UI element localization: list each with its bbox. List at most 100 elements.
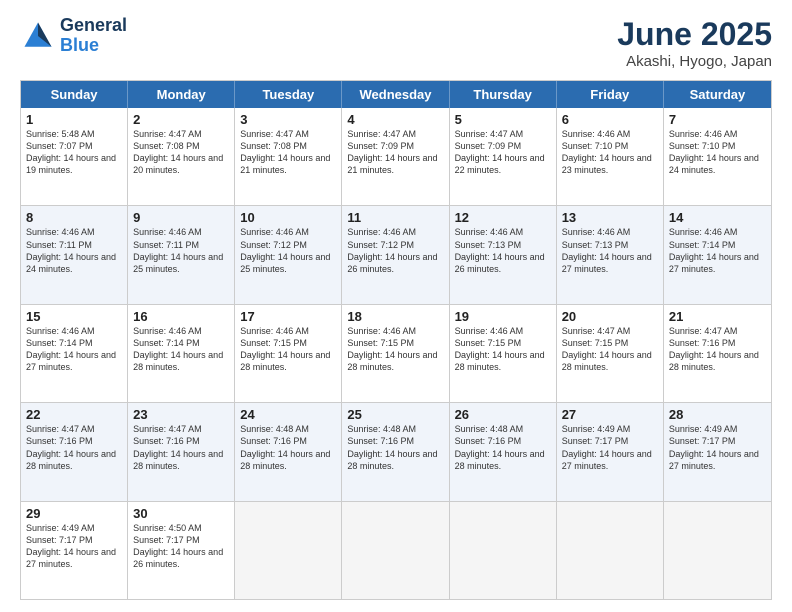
day-number: 23 (133, 407, 229, 422)
calendar: SundayMondayTuesdayWednesdayThursdayFrid… (20, 80, 772, 600)
cal-cell: 25Sunrise: 4:48 AMSunset: 7:16 PMDayligh… (342, 403, 449, 500)
cal-cell (450, 502, 557, 599)
day-number: 12 (455, 210, 551, 225)
cal-cell: 27Sunrise: 4:49 AMSunset: 7:17 PMDayligh… (557, 403, 664, 500)
day-number: 1 (26, 112, 122, 127)
cal-cell: 3Sunrise: 4:47 AMSunset: 7:08 PMDaylight… (235, 108, 342, 205)
cal-cell: 28Sunrise: 4:49 AMSunset: 7:17 PMDayligh… (664, 403, 771, 500)
cal-cell: 19Sunrise: 4:46 AMSunset: 7:15 PMDayligh… (450, 305, 557, 402)
day-number: 26 (455, 407, 551, 422)
cal-cell: 16Sunrise: 4:46 AMSunset: 7:14 PMDayligh… (128, 305, 235, 402)
day-number: 28 (669, 407, 766, 422)
logo-text: General Blue (60, 16, 127, 56)
cell-info: Sunrise: 4:46 AMSunset: 7:14 PMDaylight:… (669, 226, 766, 275)
logo-icon (20, 18, 56, 54)
cal-cell: 1Sunrise: 5:48 AMSunset: 7:07 PMDaylight… (21, 108, 128, 205)
cell-info: Sunrise: 4:46 AMSunset: 7:13 PMDaylight:… (562, 226, 658, 275)
day-number: 6 (562, 112, 658, 127)
cal-cell: 6Sunrise: 4:46 AMSunset: 7:10 PMDaylight… (557, 108, 664, 205)
cal-cell: 18Sunrise: 4:46 AMSunset: 7:15 PMDayligh… (342, 305, 449, 402)
cell-info: Sunrise: 4:47 AMSunset: 7:08 PMDaylight:… (133, 128, 229, 177)
day-number: 5 (455, 112, 551, 127)
cell-info: Sunrise: 4:46 AMSunset: 7:11 PMDaylight:… (133, 226, 229, 275)
cal-header-monday: Monday (128, 81, 235, 108)
cal-cell (664, 502, 771, 599)
cell-info: Sunrise: 4:46 AMSunset: 7:12 PMDaylight:… (347, 226, 443, 275)
cell-info: Sunrise: 4:46 AMSunset: 7:14 PMDaylight:… (26, 325, 122, 374)
cell-info: Sunrise: 4:47 AMSunset: 7:09 PMDaylight:… (347, 128, 443, 177)
cal-cell: 4Sunrise: 4:47 AMSunset: 7:09 PMDaylight… (342, 108, 449, 205)
cell-info: Sunrise: 4:50 AMSunset: 7:17 PMDaylight:… (133, 522, 229, 571)
calendar-header: SundayMondayTuesdayWednesdayThursdayFrid… (21, 81, 771, 108)
cal-cell: 17Sunrise: 4:46 AMSunset: 7:15 PMDayligh… (235, 305, 342, 402)
cal-cell (557, 502, 664, 599)
cell-info: Sunrise: 4:48 AMSunset: 7:16 PMDaylight:… (347, 423, 443, 472)
title-block: June 2025 Akashi, Hyogo, Japan (617, 16, 772, 70)
day-number: 19 (455, 309, 551, 324)
day-number: 27 (562, 407, 658, 422)
cal-week-2: 8Sunrise: 4:46 AMSunset: 7:11 PMDaylight… (21, 206, 771, 304)
cell-info: Sunrise: 4:46 AMSunset: 7:10 PMDaylight:… (669, 128, 766, 177)
cell-info: Sunrise: 4:46 AMSunset: 7:14 PMDaylight:… (133, 325, 229, 374)
day-number: 17 (240, 309, 336, 324)
day-number: 7 (669, 112, 766, 127)
day-number: 21 (669, 309, 766, 324)
cal-header-tuesday: Tuesday (235, 81, 342, 108)
cal-header-friday: Friday (557, 81, 664, 108)
cal-header-thursday: Thursday (450, 81, 557, 108)
cell-info: Sunrise: 4:47 AMSunset: 7:15 PMDaylight:… (562, 325, 658, 374)
cal-cell (342, 502, 449, 599)
cell-info: Sunrise: 4:49 AMSunset: 7:17 PMDaylight:… (562, 423, 658, 472)
cell-info: Sunrise: 4:47 AMSunset: 7:08 PMDaylight:… (240, 128, 336, 177)
cal-cell: 13Sunrise: 4:46 AMSunset: 7:13 PMDayligh… (557, 206, 664, 303)
day-number: 20 (562, 309, 658, 324)
day-number: 16 (133, 309, 229, 324)
day-number: 10 (240, 210, 336, 225)
cal-cell: 29Sunrise: 4:49 AMSunset: 7:17 PMDayligh… (21, 502, 128, 599)
page: General Blue June 2025 Akashi, Hyogo, Ja… (0, 0, 792, 612)
cal-cell: 9Sunrise: 4:46 AMSunset: 7:11 PMDaylight… (128, 206, 235, 303)
day-number: 13 (562, 210, 658, 225)
day-number: 3 (240, 112, 336, 127)
cal-cell: 10Sunrise: 4:46 AMSunset: 7:12 PMDayligh… (235, 206, 342, 303)
day-number: 24 (240, 407, 336, 422)
cal-header-wednesday: Wednesday (342, 81, 449, 108)
day-number: 18 (347, 309, 443, 324)
day-number: 4 (347, 112, 443, 127)
subtitle: Akashi, Hyogo, Japan (617, 53, 772, 70)
cell-info: Sunrise: 4:46 AMSunset: 7:13 PMDaylight:… (455, 226, 551, 275)
cell-info: Sunrise: 4:46 AMSunset: 7:12 PMDaylight:… (240, 226, 336, 275)
cal-cell: 30Sunrise: 4:50 AMSunset: 7:17 PMDayligh… (128, 502, 235, 599)
day-number: 14 (669, 210, 766, 225)
cal-cell: 23Sunrise: 4:47 AMSunset: 7:16 PMDayligh… (128, 403, 235, 500)
cal-cell: 12Sunrise: 4:46 AMSunset: 7:13 PMDayligh… (450, 206, 557, 303)
cell-info: Sunrise: 4:49 AMSunset: 7:17 PMDaylight:… (26, 522, 122, 571)
day-number: 22 (26, 407, 122, 422)
cal-cell: 20Sunrise: 4:47 AMSunset: 7:15 PMDayligh… (557, 305, 664, 402)
logo: General Blue (20, 16, 127, 56)
cal-cell: 14Sunrise: 4:46 AMSunset: 7:14 PMDayligh… (664, 206, 771, 303)
cell-info: Sunrise: 4:46 AMSunset: 7:15 PMDaylight:… (347, 325, 443, 374)
cell-info: Sunrise: 4:46 AMSunset: 7:15 PMDaylight:… (240, 325, 336, 374)
cal-week-5: 29Sunrise: 4:49 AMSunset: 7:17 PMDayligh… (21, 502, 771, 599)
cell-info: Sunrise: 4:47 AMSunset: 7:09 PMDaylight:… (455, 128, 551, 177)
cell-info: Sunrise: 4:48 AMSunset: 7:16 PMDaylight:… (240, 423, 336, 472)
cell-info: Sunrise: 4:46 AMSunset: 7:11 PMDaylight:… (26, 226, 122, 275)
day-number: 9 (133, 210, 229, 225)
cell-info: Sunrise: 5:48 AMSunset: 7:07 PMDaylight:… (26, 128, 122, 177)
main-title: June 2025 (617, 16, 772, 53)
day-number: 15 (26, 309, 122, 324)
cell-info: Sunrise: 4:46 AMSunset: 7:15 PMDaylight:… (455, 325, 551, 374)
cal-cell: 26Sunrise: 4:48 AMSunset: 7:16 PMDayligh… (450, 403, 557, 500)
cell-info: Sunrise: 4:49 AMSunset: 7:17 PMDaylight:… (669, 423, 766, 472)
cal-cell: 21Sunrise: 4:47 AMSunset: 7:16 PMDayligh… (664, 305, 771, 402)
cal-cell: 15Sunrise: 4:46 AMSunset: 7:14 PMDayligh… (21, 305, 128, 402)
day-number: 30 (133, 506, 229, 521)
cell-info: Sunrise: 4:48 AMSunset: 7:16 PMDaylight:… (455, 423, 551, 472)
cal-cell: 5Sunrise: 4:47 AMSunset: 7:09 PMDaylight… (450, 108, 557, 205)
day-number: 8 (26, 210, 122, 225)
cal-cell: 22Sunrise: 4:47 AMSunset: 7:16 PMDayligh… (21, 403, 128, 500)
cell-info: Sunrise: 4:46 AMSunset: 7:10 PMDaylight:… (562, 128, 658, 177)
cal-week-1: 1Sunrise: 5:48 AMSunset: 7:07 PMDaylight… (21, 108, 771, 206)
cal-week-4: 22Sunrise: 4:47 AMSunset: 7:16 PMDayligh… (21, 403, 771, 501)
